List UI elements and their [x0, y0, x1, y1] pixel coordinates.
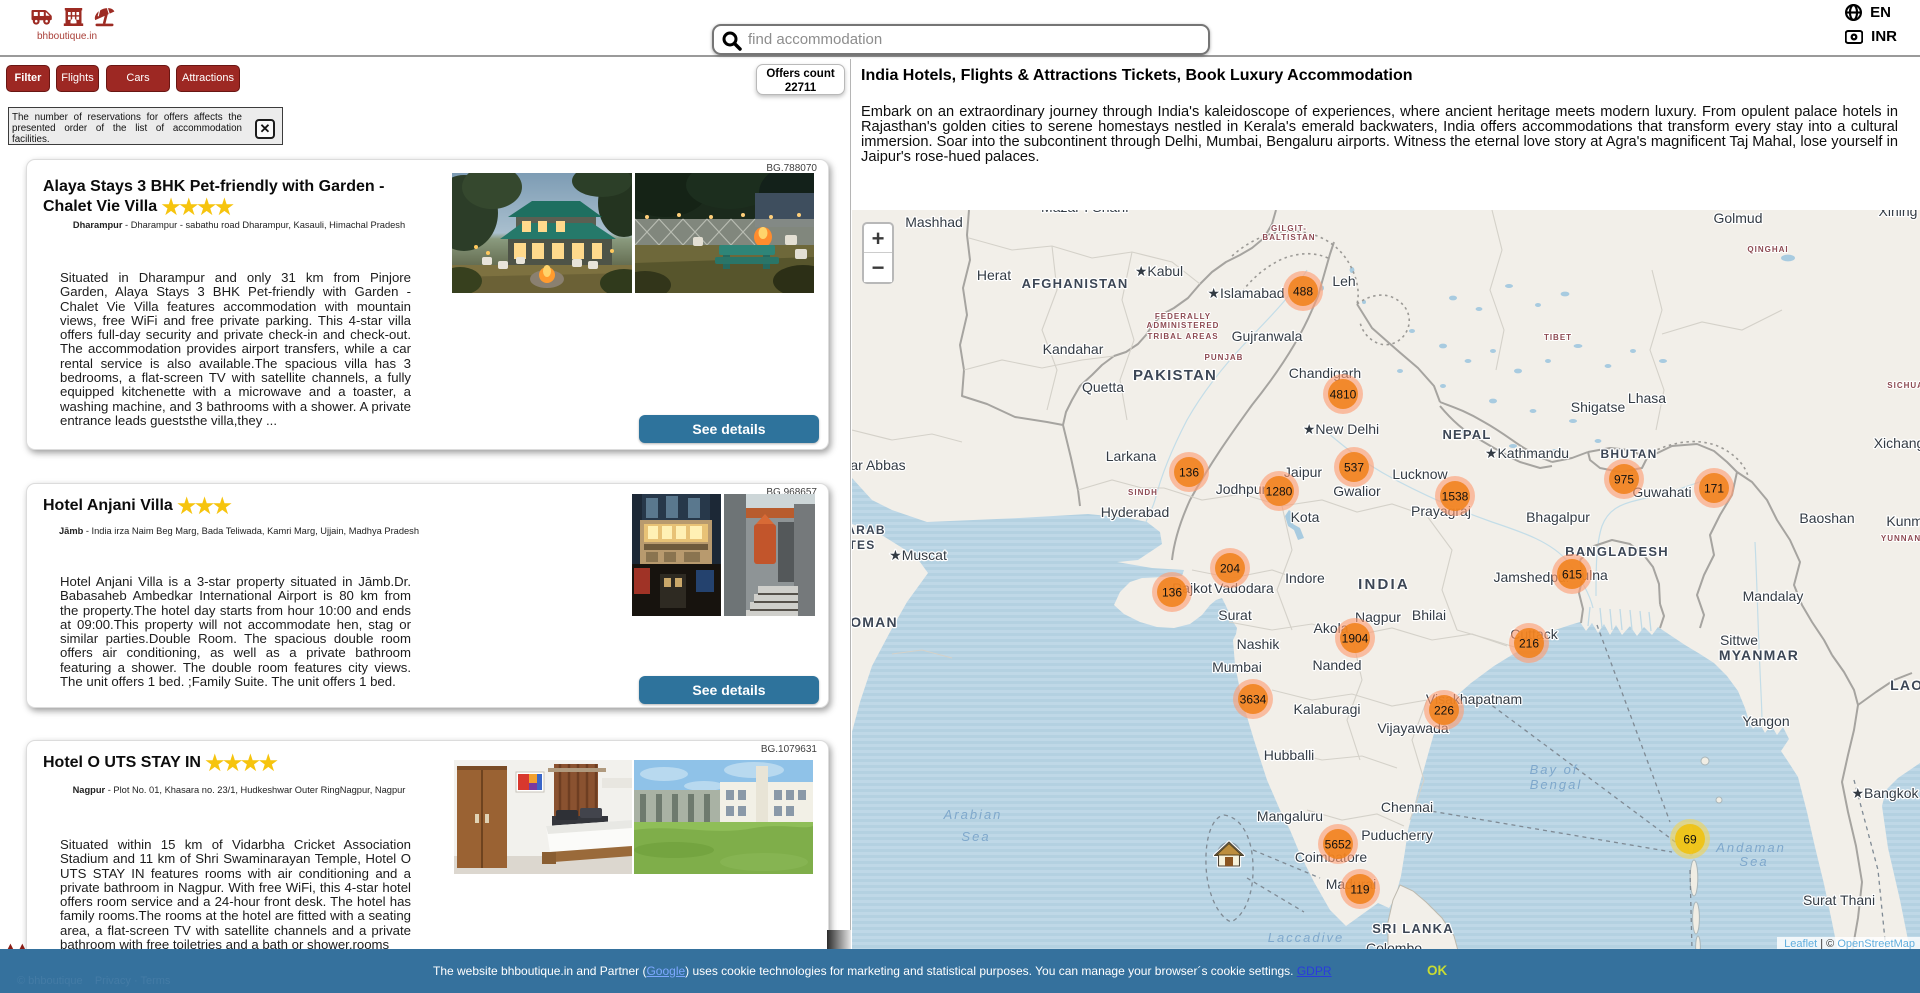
svg-text:Quetta: Quetta: [1082, 379, 1124, 395]
svg-text:TES: TES: [852, 538, 875, 552]
svg-text:226: 226: [1434, 704, 1454, 718]
svg-text:3634: 3634: [1240, 693, 1267, 707]
svg-text:TIBET: TIBET: [1544, 333, 1572, 342]
svg-text:Shigatse: Shigatse: [1571, 399, 1626, 415]
svg-text:4810: 4810: [1330, 388, 1357, 402]
svg-text:Nanded: Nanded: [1312, 657, 1361, 673]
svg-text:Bhagalpur: Bhagalpur: [1526, 509, 1590, 525]
svg-text:5652: 5652: [1325, 838, 1352, 852]
svg-text:SRI LANKA: SRI LANKA: [1372, 921, 1454, 936]
svg-text:Larkana: Larkana: [1106, 448, 1157, 464]
svg-text:SINDH: SINDH: [1128, 488, 1158, 497]
svg-text:537: 537: [1344, 461, 1364, 475]
svg-text:OMAN: OMAN: [852, 614, 898, 630]
svg-text:Jodhpur: Jodhpur: [1216, 481, 1267, 497]
svg-text:69: 69: [1683, 833, 1697, 847]
svg-text:Gujranwala: Gujranwala: [1232, 328, 1303, 344]
svg-text:YUNNAN: YUNNAN: [1881, 534, 1920, 543]
svg-text:204: 204: [1220, 562, 1240, 576]
svg-text:PUNJAB: PUNJAB: [1205, 353, 1244, 362]
svg-text:1904: 1904: [1342, 632, 1369, 646]
svg-text:QINGHAI: QINGHAI: [1747, 245, 1788, 254]
svg-text:INDIA: INDIA: [1358, 576, 1410, 593]
svg-text:216: 216: [1519, 637, 1539, 651]
svg-text:Bhilai: Bhilai: [1412, 607, 1446, 623]
svg-text:Mashhad: Mashhad: [905, 214, 963, 230]
svg-text:975: 975: [1614, 473, 1634, 487]
svg-text:ar Abbas: ar Abbas: [852, 457, 906, 473]
svg-text:ADMINISTERED: ADMINISTERED: [1147, 321, 1220, 330]
svg-text:BALTISTAN: BALTISTAN: [1262, 233, 1315, 242]
svg-text:Surat: Surat: [1218, 607, 1252, 623]
svg-text:136: 136: [1179, 466, 1199, 480]
svg-text:★New Delhi: ★New Delhi: [1303, 421, 1379, 437]
svg-text:1280: 1280: [1266, 485, 1293, 499]
svg-text:Mumbai: Mumbai: [1212, 659, 1262, 675]
svg-text:★Islamabad: ★Islamabad: [1207, 285, 1284, 301]
svg-text:PAKISTAN: PAKISTAN: [1133, 367, 1217, 384]
svg-text:Hyderabad: Hyderabad: [1101, 504, 1170, 520]
svg-text:Kota: Kota: [1291, 509, 1320, 525]
svg-text:Mazar-i-Sharif: Mazar-i-Sharif: [1041, 210, 1129, 215]
svg-text:GILGIT-: GILGIT-: [1271, 224, 1307, 233]
svg-text:Golmud: Golmud: [1713, 210, 1762, 226]
svg-text:BHUTAN: BHUTAN: [1601, 447, 1658, 461]
svg-text:★Kathmandu: ★Kathmandu: [1485, 445, 1569, 461]
svg-text:Lhasa: Lhasa: [1628, 390, 1666, 406]
svg-text:★Muscat: ★Muscat: [889, 547, 947, 563]
svg-text:488: 488: [1293, 285, 1313, 299]
svg-text:AFGHANISTAN: AFGHANISTAN: [1022, 276, 1129, 291]
svg-text:136: 136: [1162, 586, 1182, 600]
svg-text:Bay of: Bay of: [1530, 762, 1579, 777]
svg-text:★Bangkok: ★Bangkok: [1851, 785, 1919, 801]
svg-text:171: 171: [1704, 482, 1724, 496]
svg-text:Yangon: Yangon: [1742, 713, 1789, 729]
svg-text:Kunming: Kunming: [1886, 513, 1920, 529]
svg-text:Laccadive: Laccadive: [1268, 930, 1345, 945]
svg-text:Sea: Sea: [1739, 854, 1768, 869]
svg-text:Bengal: Bengal: [1530, 777, 1582, 792]
svg-text:Baoshan: Baoshan: [1799, 510, 1854, 526]
svg-text:ARAB: ARAB: [852, 523, 886, 537]
svg-text:Sea: Sea: [961, 829, 990, 844]
svg-text:Herat: Herat: [977, 267, 1011, 283]
svg-text:Kalaburagi: Kalaburagi: [1294, 701, 1361, 717]
svg-text:Xichang: Xichang: [1874, 435, 1920, 451]
svg-text:615: 615: [1562, 568, 1582, 582]
svg-text:Sittwe: Sittwe: [1720, 632, 1758, 648]
svg-text:Andaman: Andaman: [1715, 840, 1786, 855]
svg-text:Indore: Indore: [1285, 570, 1325, 586]
svg-text:★Kabul: ★Kabul: [1135, 263, 1183, 279]
svg-text:FEDERALLY: FEDERALLY: [1155, 312, 1211, 321]
svg-text:Lucknow: Lucknow: [1392, 466, 1448, 482]
svg-text:MYANMAR: MYANMAR: [1719, 647, 1799, 663]
svg-text:SICHUAN: SICHUAN: [1887, 381, 1920, 390]
svg-text:Hubballi: Hubballi: [1264, 747, 1315, 763]
svg-text:NEPAL: NEPAL: [1442, 427, 1491, 442]
svg-text:Puducherry: Puducherry: [1361, 827, 1433, 843]
svg-text:Kandahar: Kandahar: [1043, 341, 1104, 357]
svg-text:Surat Thani: Surat Thani: [1803, 892, 1875, 908]
svg-text:Chennai: Chennai: [1381, 799, 1433, 815]
svg-text:119: 119: [1350, 883, 1369, 897]
svg-text:Nashik: Nashik: [1237, 636, 1281, 652]
svg-text:TRIBAL AREAS: TRIBAL AREAS: [1147, 332, 1218, 341]
svg-text:Mangaluru: Mangaluru: [1257, 808, 1323, 824]
svg-text:Xining: Xining: [1879, 210, 1918, 219]
svg-text:LAOS: LAOS: [1890, 677, 1920, 693]
svg-text:1538: 1538: [1442, 490, 1469, 504]
svg-text:Mandalay: Mandalay: [1743, 588, 1804, 604]
svg-text:Arabian: Arabian: [943, 807, 1003, 822]
svg-text:Leh: Leh: [1332, 273, 1355, 289]
